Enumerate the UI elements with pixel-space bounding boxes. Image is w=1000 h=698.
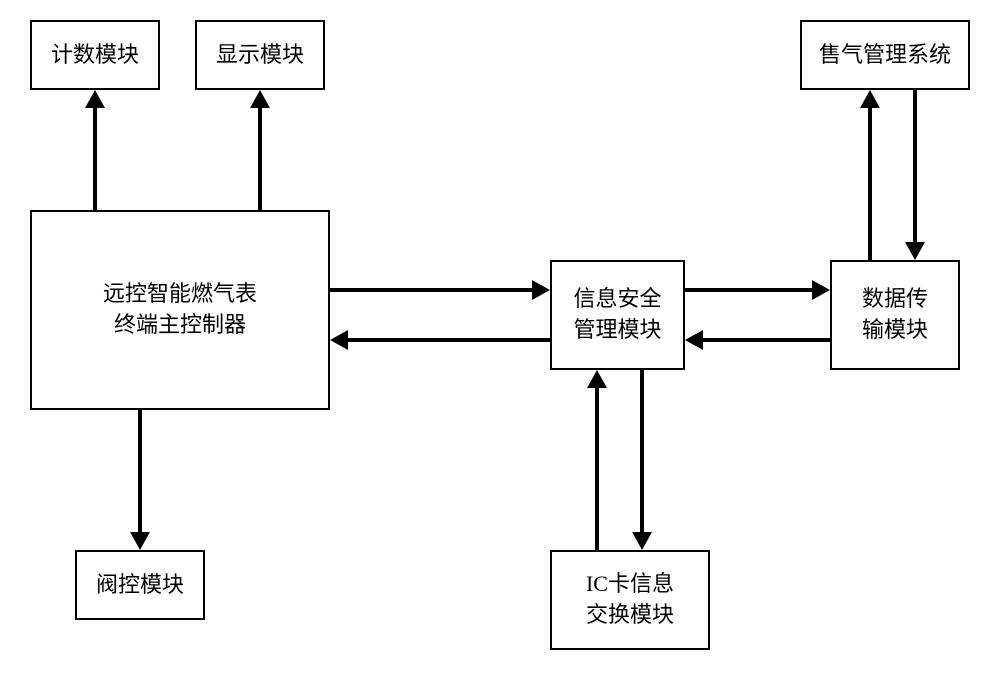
counting-module-box: 计数模块: [30, 20, 160, 90]
arrowhead-to-security-2: [685, 330, 703, 350]
display-module-label: 显示模块: [216, 40, 304, 71]
arrowhead-to-datatransfer-2: [905, 242, 925, 260]
iccard-module-label: IC卡信息 交换模块: [586, 569, 674, 631]
valve-module-box: 阀控模块: [75, 550, 205, 620]
arrow-datatransfer-to-security: [703, 338, 830, 342]
arrowhead-display: [250, 90, 270, 108]
arrow-controller-to-valve: [138, 410, 142, 532]
arrow-controller-to-security: [330, 288, 532, 292]
arrowhead-valve: [130, 532, 150, 550]
arrowhead-to-controller-1: [330, 330, 348, 350]
iccard-module-box: IC卡信息 交换模块: [550, 550, 710, 650]
arrowhead-to-datatransfer: [812, 280, 830, 300]
security-module-label: 信息安全 管理模块: [573, 284, 661, 346]
arrowhead-to-gassales: [860, 90, 880, 108]
arrow-controller-to-counting: [93, 108, 97, 210]
controller-box: 远控智能燃气表 终端主控制器: [30, 210, 330, 410]
datatransfer-module-label: 数据传 输模块: [862, 284, 928, 346]
arrow-datatransfer-to-gassales: [868, 108, 872, 260]
arrow-gassales-to-datatransfer: [913, 90, 917, 242]
display-module-box: 显示模块: [195, 20, 325, 90]
counting-module-label: 计数模块: [51, 40, 139, 71]
gassales-system-label: 售气管理系统: [819, 40, 951, 71]
controller-label: 远控智能燃气表 终端主控制器: [103, 279, 257, 341]
arrow-iccard-to-security: [595, 388, 599, 550]
arrowhead-to-security-1: [532, 280, 550, 300]
valve-module-label: 阀控模块: [96, 570, 184, 601]
datatransfer-module-box: 数据传 输模块: [830, 260, 960, 370]
security-module-box: 信息安全 管理模块: [550, 260, 685, 370]
arrow-security-to-datatransfer: [685, 288, 812, 292]
arrowhead-to-security-3: [587, 370, 607, 388]
arrowhead-to-iccard: [632, 532, 652, 550]
arrow-controller-to-display: [258, 108, 262, 210]
arrow-security-to-iccard: [640, 370, 644, 532]
gassales-system-box: 售气管理系统: [800, 20, 970, 90]
arrowhead-counting: [85, 90, 105, 108]
arrow-security-to-controller: [348, 338, 550, 342]
